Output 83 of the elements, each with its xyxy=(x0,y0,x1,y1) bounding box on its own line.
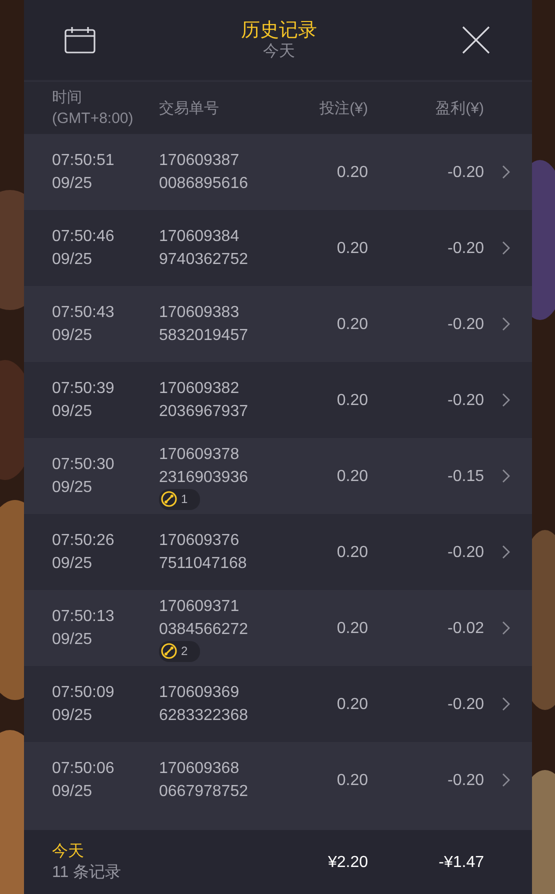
date-range-label: 今天 xyxy=(263,42,295,62)
record-row[interactable]: 07:50:43 09/25 170609383 5832019457 0.20 -0.20 xyxy=(24,286,532,362)
date-text: 09/25 xyxy=(52,326,94,346)
window-title: 历史记录 xyxy=(241,18,317,42)
chevron-icon xyxy=(502,545,510,559)
profit-text: -0.20 xyxy=(446,390,484,410)
date-text: 09/25 xyxy=(52,478,94,498)
stake-text: 0.20 xyxy=(336,238,368,258)
stake-text: 0.20 xyxy=(336,390,368,410)
column-label: 投注(¥) xyxy=(318,98,368,118)
date-text: 09/25 xyxy=(52,630,94,650)
chevron-icon xyxy=(502,317,510,331)
column-sublabel: (GMT+8:00) xyxy=(52,109,134,129)
stake-text: 0.20 xyxy=(336,314,368,334)
chevron-icon xyxy=(502,469,510,483)
order-id-text: 170609369 xyxy=(159,683,240,703)
record-row[interactable]: 07:50:51 09/25 170609387 0086895616 0.20 -0.20 xyxy=(24,134,532,210)
order-id-text: 0086895616 xyxy=(159,174,249,194)
date-text: 09/25 xyxy=(52,554,94,574)
order-id-text: 170609387 xyxy=(159,151,240,171)
close-icon[interactable] xyxy=(462,26,490,54)
column-label: 交易单号 xyxy=(159,98,220,118)
order-id-text: 170609383 xyxy=(159,303,240,323)
period-label: 今天 xyxy=(52,842,85,862)
column-label: 盈利(¥) xyxy=(434,98,484,118)
order-id-text: 6283322368 xyxy=(159,706,249,726)
profit-text: -0.15 xyxy=(446,466,484,486)
time-text: 07:50:51 xyxy=(52,151,116,171)
column-label: 时间 xyxy=(52,88,83,108)
profit-text: -0.20 xyxy=(446,542,484,562)
time-text: 07:50:30 xyxy=(52,455,116,475)
chevron-icon xyxy=(502,621,510,635)
date-text: 09/25 xyxy=(52,402,94,422)
order-id-text: 170609371 xyxy=(159,596,240,616)
chevron-icon xyxy=(502,773,510,787)
date-text: 09/25 xyxy=(52,174,94,194)
profit-text: -0.20 xyxy=(446,770,484,790)
calendar-icon[interactable] xyxy=(64,26,96,54)
time-text: 07:50:13 xyxy=(52,607,116,627)
order-id-text: 0667978752 xyxy=(159,782,249,802)
order-id-text: 170609382 xyxy=(159,379,240,399)
time-text: 07:50:43 xyxy=(52,303,116,323)
record-row[interactable]: 07:50:06 09/25 170609368 0667978752 0.20 -0.20 xyxy=(24,742,532,818)
order-id-text: 170609376 xyxy=(159,531,240,551)
time-text: 07:50:39 xyxy=(52,379,116,399)
time-text: 07:50:26 xyxy=(52,531,116,551)
order-id-text: 0384566272 xyxy=(159,620,249,640)
chevron-icon xyxy=(502,697,510,711)
stake-text: 0.20 xyxy=(336,618,368,638)
stake-text: 0.20 xyxy=(336,162,368,182)
order-id-text: 2036967937 xyxy=(159,402,249,422)
bonus-badge: 1 xyxy=(159,488,200,510)
time-text: 07:50:06 xyxy=(52,759,116,779)
stake-text: 0.20 xyxy=(336,466,368,486)
time-text: 07:50:09 xyxy=(52,683,116,703)
order-id-text: 2316903936 xyxy=(159,468,249,488)
profit-text: -0.20 xyxy=(446,238,484,258)
date-text: 09/25 xyxy=(52,706,94,726)
record-count: 11 条记录 xyxy=(52,863,122,883)
record-row[interactable]: 07:50:30 09/25 170609378 2316903936 1 0.20 -0.15 xyxy=(24,438,532,514)
order-id-text: 9740362752 xyxy=(159,250,249,270)
order-id-text: 170609378 xyxy=(159,444,240,464)
chevron-icon xyxy=(502,393,510,407)
date-text: 09/25 xyxy=(52,250,94,270)
order-id-text: 5832019457 xyxy=(159,326,249,346)
time-text: 07:50:46 xyxy=(52,227,116,247)
order-id-text: 170609384 xyxy=(159,227,240,247)
profit-text: -0.02 xyxy=(446,618,484,638)
profit-text: -0.20 xyxy=(446,162,484,182)
date-text: 09/25 xyxy=(52,782,94,802)
record-row[interactable]: 07:50:13 09/25 170609371 0384566272 2 0.20 -0.02 xyxy=(24,590,532,666)
stake-text: 0.20 xyxy=(336,694,368,714)
stake-text: 0.20 xyxy=(336,542,368,562)
bonus-badge: 2 xyxy=(159,640,200,662)
order-id-text: 170609368 xyxy=(159,759,240,779)
chevron-icon xyxy=(502,165,510,179)
total-stake: ¥2.20 xyxy=(326,852,368,872)
order-id-text: 7511047168 xyxy=(159,554,248,574)
profit-text: -0.20 xyxy=(446,314,484,334)
total-profit: -¥1.47 xyxy=(438,852,484,872)
stake-text: 0.20 xyxy=(336,770,368,790)
profit-text: -0.20 xyxy=(446,694,484,714)
chevron-icon xyxy=(502,241,510,255)
